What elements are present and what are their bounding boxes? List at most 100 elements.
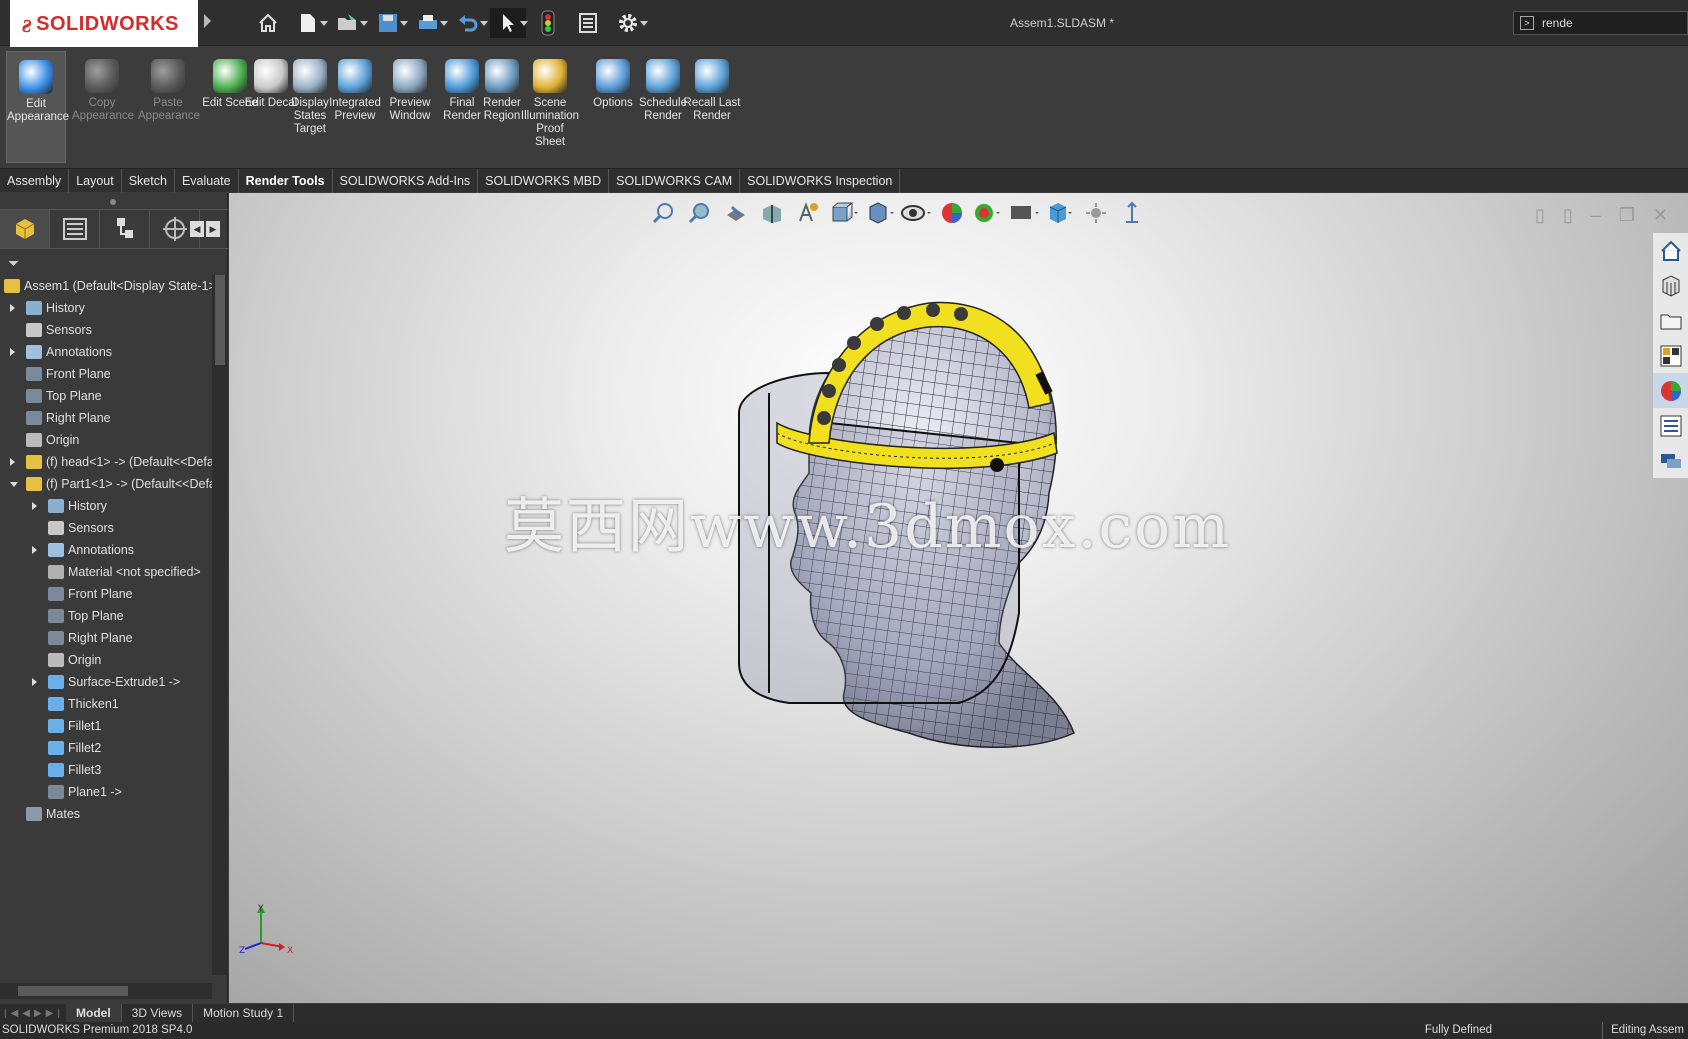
model-tab-model[interactable]: Model: [66, 1004, 122, 1022]
tree-node[interactable]: Origin: [0, 429, 212, 451]
expand-arrow-icon[interactable]: [10, 458, 15, 466]
scrollbar-thumb[interactable]: [215, 275, 225, 365]
apply-scene-button[interactable]: [973, 199, 1003, 227]
tab-evaluate[interactable]: Evaluate: [175, 169, 239, 193]
ribbon-button-preview-window[interactable]: Preview Window: [380, 51, 440, 123]
feature-manager-tab[interactable]: [0, 210, 50, 248]
tree-node[interactable]: Surface-Extrude1 ->: [0, 671, 212, 693]
zoom-to-area-button[interactable]: [685, 199, 715, 227]
options-gear-button[interactable]: [610, 8, 648, 38]
tab-sketch[interactable]: Sketch: [122, 169, 175, 193]
view-orientation-button[interactable]: [829, 199, 859, 227]
tab-solidworks-inspection[interactable]: SOLIDWORKS Inspection: [740, 169, 901, 193]
tree-vertical-scrollbar[interactable]: [212, 275, 228, 975]
tab-nav-arrows[interactable]: |◀◀▶▶|: [0, 1008, 66, 1019]
tree-node[interactable]: Right Plane: [0, 407, 212, 429]
tree-node[interactable]: Right Plane: [0, 627, 212, 649]
tree-node[interactable]: Fillet3: [0, 759, 212, 781]
tab-assembly[interactable]: Assembly: [0, 169, 70, 193]
ribbon-button-edit-appearance[interactable]: Edit Appearance: [6, 51, 69, 163]
minimize-icon[interactable]: –: [1591, 205, 1601, 226]
view-settings-button[interactable]: [1009, 199, 1039, 227]
solidworks-logo[interactable]: ƨ SOLIDWORKS: [10, 0, 198, 48]
tile-left-icon[interactable]: ▯: [1535, 205, 1545, 226]
expand-arrow-icon[interactable]: [32, 546, 37, 554]
dynamic-annotation-button[interactable]: [793, 199, 823, 227]
ribbon-button-integrated-preview[interactable]: Integrated Preview: [325, 51, 385, 123]
tree-node[interactable]: Material <not specified>: [0, 561, 212, 583]
ribbon-button-copy-appearance[interactable]: Copy Appearance: [72, 51, 134, 123]
tree-node[interactable]: Plane1 ->: [0, 781, 212, 803]
tile-right-icon[interactable]: ▯: [1563, 205, 1573, 226]
tree-node[interactable]: Mates: [0, 803, 212, 825]
expand-arrow-icon[interactable]: [32, 502, 37, 510]
custom-properties-tab[interactable]: [1653, 408, 1688, 443]
open-button[interactable]: [330, 8, 368, 38]
tree-node[interactable]: Sensors: [0, 319, 212, 341]
expand-arrow-icon[interactable]: [32, 678, 37, 686]
design-library-tab[interactable]: [1653, 268, 1688, 303]
configuration-manager-tab[interactable]: [100, 210, 150, 248]
print-button[interactable]: [410, 8, 448, 38]
tree-node[interactable]: History: [0, 297, 212, 319]
tab-layout[interactable]: Layout: [69, 169, 122, 193]
tab-solidworks-cam[interactable]: SOLIDWORKS CAM: [609, 169, 741, 193]
graphics-area[interactable]: ▯ ▯ – ❐ ✕ 莫西网www.3dmox.com Y X Z: [229, 193, 1688, 1003]
tree-horizontal-scrollbar[interactable]: [0, 983, 212, 999]
file-explorer-tab[interactable]: [1653, 303, 1688, 338]
edit-appearance-hud-button[interactable]: [937, 199, 967, 227]
property-manager-tab[interactable]: [50, 210, 100, 248]
filter-icon[interactable]: ⏷: [8, 255, 19, 272]
tree-node[interactable]: Origin: [0, 649, 212, 671]
solidworks-resources-tab[interactable]: [1653, 233, 1688, 268]
tree-node[interactable]: History: [0, 495, 212, 517]
tree-node[interactable]: Top Plane: [0, 605, 212, 627]
expand-arrow-icon[interactable]: [10, 304, 15, 312]
model-tab-3d-views[interactable]: 3D Views: [122, 1004, 194, 1022]
tab-solidworks-add-ins[interactable]: SOLIDWORKS Add-Ins: [333, 169, 479, 193]
scrollbar-thumb[interactable]: [18, 986, 128, 996]
rebuild-button[interactable]: [530, 8, 566, 38]
tree-node[interactable]: Front Plane: [0, 583, 212, 605]
ribbon-button-scene-illumination-proof-sheet[interactable]: Scene Illumination Proof Sheet: [520, 51, 580, 149]
ribbon-button-paste-appearance[interactable]: Paste Appearance: [138, 51, 200, 123]
new-document-button[interactable]: [290, 8, 328, 38]
tree-node[interactable]: (f) head<1> -> (Default<<Defa: [0, 451, 212, 473]
collapse-arrow-icon[interactable]: [10, 482, 18, 487]
undo-button[interactable]: [450, 8, 488, 38]
camera-button[interactable]: [1117, 199, 1147, 227]
tree-node[interactable]: Assem1 (Default<Display State-1>: [0, 275, 212, 297]
panel-handle[interactable]: [110, 199, 116, 205]
expand-arrow-icon[interactable]: [10, 348, 15, 356]
scroll-right-icon[interactable]: ▶: [206, 221, 220, 237]
tree-node[interactable]: Sensors: [0, 517, 212, 539]
tree-node[interactable]: Fillet2: [0, 737, 212, 759]
file-properties-button[interactable]: [570, 8, 606, 38]
tree-node[interactable]: Top Plane: [0, 385, 212, 407]
tree-node[interactable]: Thicken1: [0, 693, 212, 715]
home-button[interactable]: [250, 8, 286, 38]
tab-solidworks-mbd[interactable]: SOLIDWORKS MBD: [478, 169, 610, 193]
zoom-to-fit-button[interactable]: [649, 199, 679, 227]
select-button[interactable]: [490, 8, 528, 38]
restore-icon[interactable]: ❐: [1619, 205, 1635, 226]
save-button[interactable]: [370, 8, 408, 38]
previous-view-button[interactable]: [721, 199, 751, 227]
ribbon-button-recall-last-render[interactable]: Recall Last Render: [682, 51, 742, 123]
scroll-left-icon[interactable]: ◀: [190, 221, 204, 237]
tab-render-tools[interactable]: Render Tools: [239, 169, 333, 193]
tree-node[interactable]: Fillet1: [0, 715, 212, 737]
tree-node[interactable]: (f) Part1<1> -> (Default<<Defa: [0, 473, 212, 495]
view-palette-tab[interactable]: [1653, 338, 1688, 373]
model-tab-motion-study-1[interactable]: Motion Study 1: [193, 1004, 295, 1022]
tree-node[interactable]: Annotations: [0, 341, 212, 363]
close-icon[interactable]: ✕: [1653, 205, 1668, 226]
section-view-button[interactable]: [757, 199, 787, 227]
hide-show-items-button[interactable]: [901, 199, 931, 227]
display-style-button[interactable]: [865, 199, 895, 227]
forum-tab[interactable]: [1653, 443, 1688, 478]
menu-expand-icon[interactable]: [204, 14, 211, 28]
lighting-button[interactable]: [1081, 199, 1111, 227]
appearances-scenes-tab[interactable]: [1653, 373, 1688, 408]
view-cube-button[interactable]: [1045, 199, 1075, 227]
